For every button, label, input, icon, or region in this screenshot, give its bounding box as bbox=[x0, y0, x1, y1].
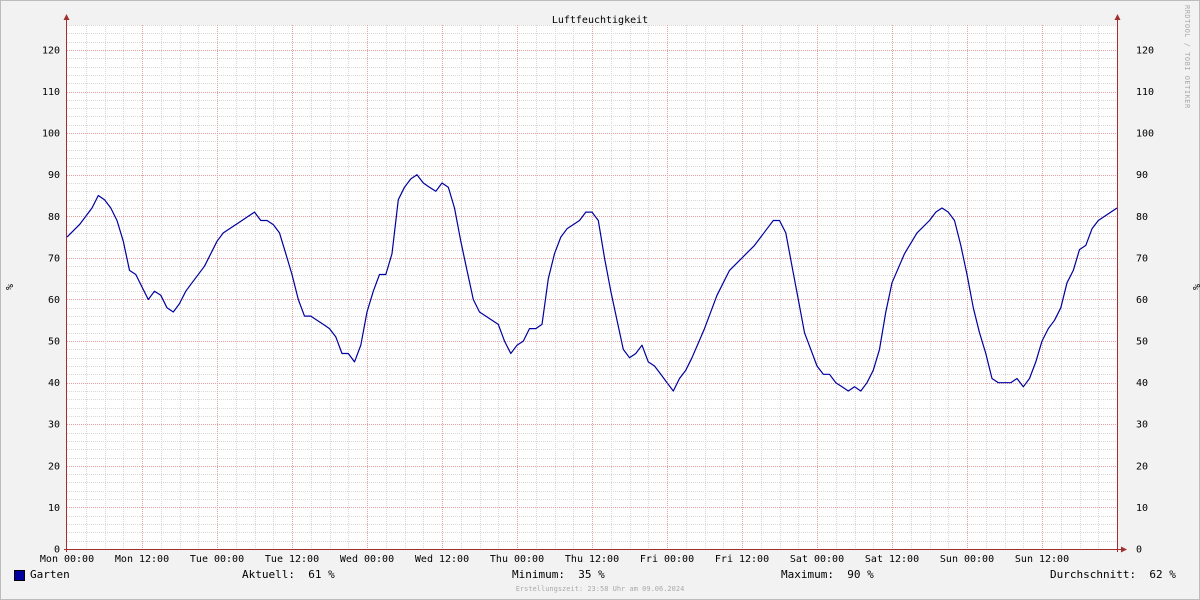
y-tick-label-right: 0 bbox=[1136, 545, 1142, 556]
y-tick-label-left: 10 bbox=[48, 503, 60, 514]
x-tick-label: Sat 00:00 bbox=[790, 554, 844, 565]
x-tick-label: Thu 12:00 bbox=[565, 554, 619, 565]
y-tick-label-left: 110 bbox=[42, 87, 60, 98]
y-axis-label-right: % bbox=[1190, 284, 1200, 290]
x-tick-label: Fri 12:00 bbox=[715, 554, 769, 565]
y-tick-label-right: 120 bbox=[1136, 45, 1154, 56]
legend-current: Aktuell: 61 % bbox=[242, 568, 335, 581]
x-tick-label: Wed 12:00 bbox=[415, 554, 469, 565]
humidity-chart: 0 010 1020 2030 3040 4050 5060 6070 7080 8090 9010… bbox=[5, 14, 1200, 565]
y-tick-label-left: 60 bbox=[48, 295, 60, 306]
y-tick-label-right: 90 bbox=[1136, 170, 1148, 181]
legend-average: Durchschnitt: 62 % bbox=[1050, 568, 1176, 581]
y-axis-arrow-left bbox=[63, 14, 70, 20]
chart-title: Luftfeuchtigkeit bbox=[552, 15, 648, 26]
legend-series-name: Garten bbox=[30, 568, 70, 581]
y-tick-label-left: 30 bbox=[48, 420, 60, 431]
y-tick-label-left: 40 bbox=[48, 378, 60, 389]
y-axis-label-left: % bbox=[5, 284, 16, 290]
y-tick-label-right: 10 bbox=[1136, 503, 1148, 514]
x-tick-label: Thu 00:00 bbox=[490, 554, 544, 565]
y-tick-label-left: 80 bbox=[48, 212, 60, 223]
x-tick-label: Fri 00:00 bbox=[640, 554, 694, 565]
creation-time-footer: Erstellungszeit: 23:58 Uhr am 09.06.2024 bbox=[515, 585, 685, 593]
y-tick-label-right: 100 bbox=[1136, 129, 1154, 140]
legend-swatch-garten bbox=[14, 570, 25, 581]
y-tick-label-right: 70 bbox=[1136, 253, 1148, 264]
y-tick-label-right: 60 bbox=[1136, 295, 1148, 306]
y-tick-label-right: 80 bbox=[1136, 212, 1148, 223]
x-tick-label: Tue 00:00 bbox=[190, 554, 244, 565]
y-tick-label-right: 50 bbox=[1136, 337, 1148, 348]
y-tick-label-left: 90 bbox=[48, 170, 60, 181]
y-tick-label-right: 40 bbox=[1136, 378, 1148, 389]
y-tick-label-right: 110 bbox=[1136, 87, 1154, 98]
x-tick-label: Mon 12:00 bbox=[115, 554, 169, 565]
y-tick-label-left: 100 bbox=[42, 129, 60, 140]
x-tick-label: Tue 12:00 bbox=[265, 554, 319, 565]
rrdtool-credit: RRDTOOL / TOBI OETIKER bbox=[1183, 5, 1191, 109]
y-axis-arrow-right bbox=[1114, 14, 1121, 20]
y-tick-label-left: 50 bbox=[48, 337, 60, 348]
legend-maximum: Maximum: 90 % bbox=[781, 568, 874, 581]
y-tick-label-left: 20 bbox=[48, 461, 60, 472]
y-tick-label-left: 120 bbox=[42, 45, 60, 56]
x-tick-label: Mon 00:00 bbox=[40, 554, 94, 565]
y-tick-label-left: 70 bbox=[48, 253, 60, 264]
x-tick-label: Sat 12:00 bbox=[865, 554, 919, 565]
x-tick-label: Sun 00:00 bbox=[940, 554, 994, 565]
y-tick-label-right: 30 bbox=[1136, 420, 1148, 431]
x-tick-label: Wed 00:00 bbox=[340, 554, 394, 565]
y-tick-label-right: 20 bbox=[1136, 461, 1148, 472]
x-axis-arrow bbox=[1121, 546, 1127, 553]
x-tick-label: Sun 12:00 bbox=[1015, 554, 1069, 565]
legend-minimum: Minimum: 35 % bbox=[512, 568, 605, 581]
